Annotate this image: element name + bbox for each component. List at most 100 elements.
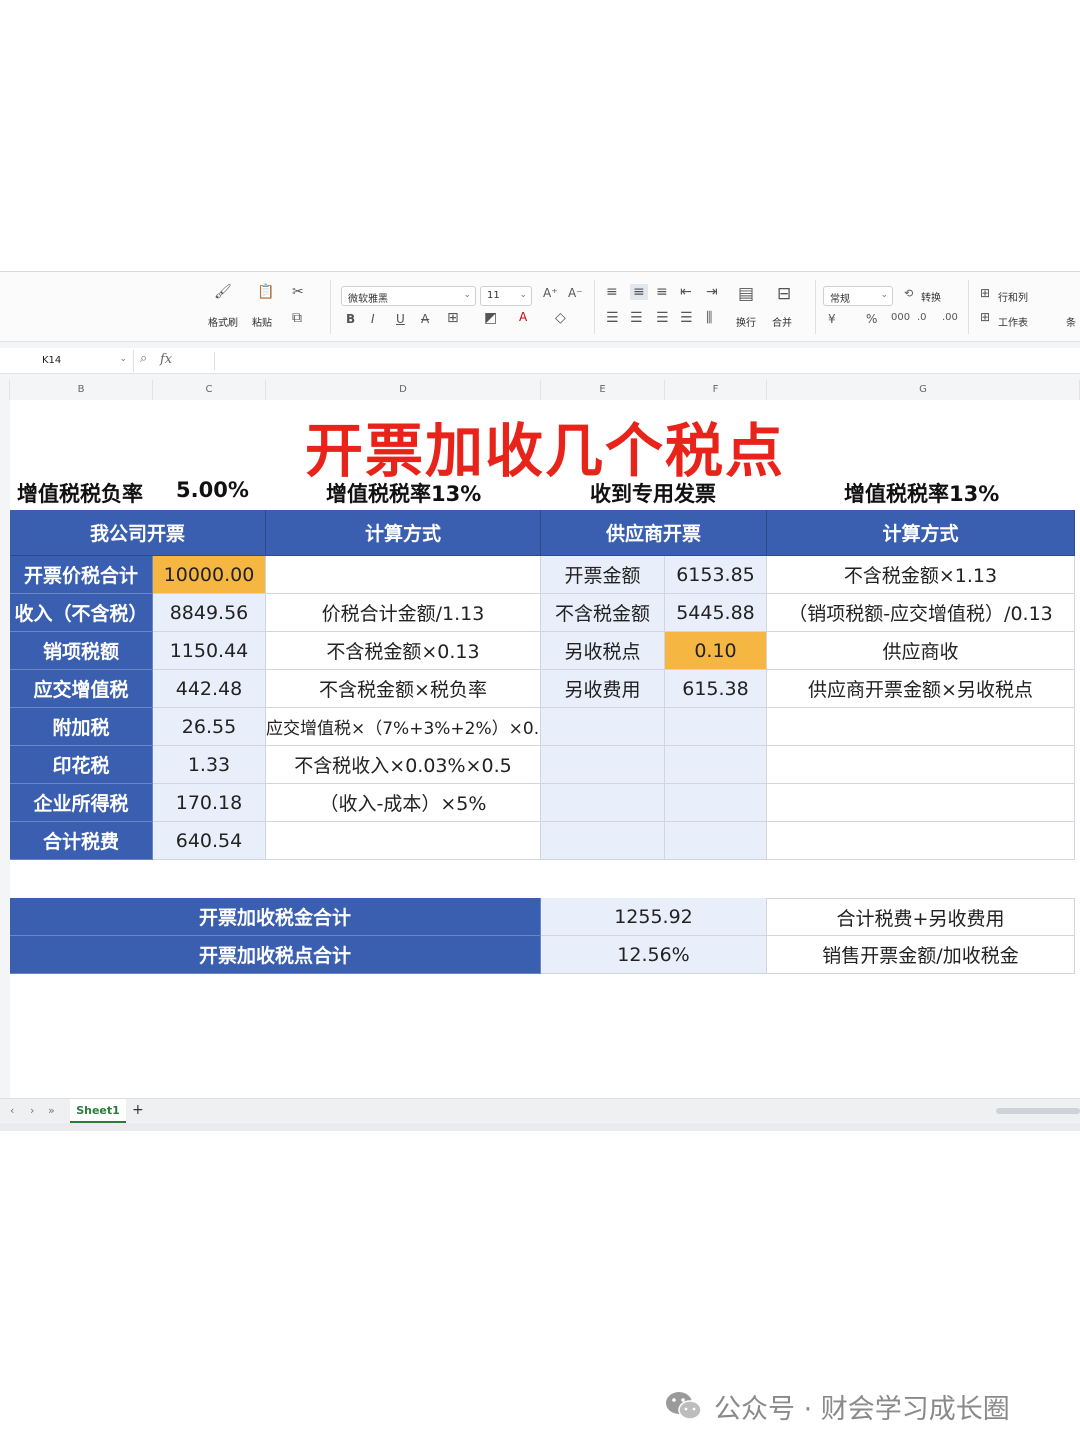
font-name-select[interactable]: 微软雅黑 ⌄ (341, 286, 476, 306)
label-cell[interactable]: 附加税 (10, 708, 153, 746)
supplier-value-cell-highlight[interactable]: 0.10 (665, 632, 767, 670)
fill-color-icon[interactable]: ◩ (484, 310, 497, 326)
strikethrough-icon[interactable]: A (421, 312, 429, 326)
value-cell[interactable]: 170.18 (153, 784, 266, 822)
font-size-select[interactable]: 11 ⌄ (480, 286, 532, 306)
justify-icon[interactable]: ☰ (680, 310, 693, 326)
wrap-text-button[interactable]: 换行 (736, 314, 756, 329)
formula-cell[interactable] (266, 556, 541, 594)
empty-cell[interactable] (541, 746, 665, 784)
label-cell[interactable]: 应交增值税 (10, 670, 153, 708)
paste-button[interactable]: 粘贴 (252, 314, 272, 329)
select-all-corner[interactable] (0, 380, 10, 400)
row-col-button[interactable]: 行和列 (998, 289, 1028, 304)
decrease-decimal-icon[interactable]: .00 (942, 312, 958, 323)
align-top-icon[interactable]: ≡ (606, 284, 618, 300)
worksheet-button[interactable]: 工作表 (998, 314, 1028, 329)
clear-format-icon[interactable]: ◇ (555, 310, 566, 326)
formula-cell[interactable]: 应交增值税×（7%+3%+2%）×0.5 (266, 708, 541, 746)
supplier-formula-cell[interactable]: 不含税金额×1.13 (767, 556, 1075, 594)
header-supplier-invoice[interactable]: 供应商开票 (541, 510, 767, 556)
empty-cell[interactable] (767, 708, 1075, 746)
label-cell[interactable]: 销项税额 (10, 632, 153, 670)
empty-cell[interactable] (767, 784, 1075, 822)
formula-cell[interactable]: 不含税金额×税负率 (266, 670, 541, 708)
formula-cell[interactable]: 不含税收入×0.03%×0.5 (266, 746, 541, 784)
supplier-label-cell[interactable]: 不含税金额 (541, 594, 665, 632)
column-header-e[interactable]: E (541, 380, 665, 400)
empty-cell[interactable] (665, 822, 767, 860)
header-company-invoice[interactable]: 我公司开票 (10, 510, 266, 556)
conditional-format-button[interactable]: 条 (1066, 314, 1076, 329)
formula-cell[interactable] (266, 822, 541, 860)
indent-decrease-icon[interactable]: ⇤ (680, 284, 692, 300)
empty-cell[interactable] (541, 784, 665, 822)
sheet-tab-sheet1[interactable]: Sheet1 (70, 1099, 126, 1123)
summary-formula-cell[interactable]: 合计税费+另收费用 (767, 898, 1075, 936)
supplier-value-cell[interactable]: 5445.88 (665, 594, 767, 632)
value-cell[interactable]: 26.55 (153, 708, 266, 746)
column-header-b[interactable]: B (10, 380, 153, 400)
font-grow-icon[interactable]: A⁺ (543, 286, 558, 300)
font-color-icon[interactable]: A (519, 310, 527, 324)
value-cell[interactable]: 1150.44 (153, 632, 266, 670)
name-box[interactable]: K14 ⌄ (0, 350, 134, 372)
empty-cell[interactable] (767, 822, 1075, 860)
supplier-value-cell[interactable]: 615.38 (665, 670, 767, 708)
italic-icon[interactable]: I (371, 312, 375, 326)
empty-cell[interactable] (665, 784, 767, 822)
percent-icon[interactable]: % (866, 312, 877, 326)
value-cell[interactable]: 640.54 (153, 822, 266, 860)
supplier-formula-cell[interactable]: （销项税额-应交增值税）/0.13 (767, 594, 1075, 632)
header-calc-right[interactable]: 计算方式 (767, 510, 1075, 556)
align-right-icon[interactable]: ☰ (656, 310, 669, 326)
formula-cell[interactable]: （收入-成本）×5% (266, 784, 541, 822)
formula-cell[interactable]: 不含税金额×0.13 (266, 632, 541, 670)
cut-icon[interactable]: ✂ (292, 284, 304, 300)
currency-icon[interactable]: ¥ (828, 312, 836, 326)
label-cell[interactable]: 开票价税合计 (10, 556, 153, 594)
supplier-label-cell[interactable]: 开票金额 (541, 556, 665, 594)
value-cell[interactable]: 8849.56 (153, 594, 266, 632)
value-cell-highlight[interactable]: 10000.00 (153, 556, 266, 594)
bold-icon[interactable]: B (346, 312, 355, 326)
last-sheet-icon[interactable]: » (48, 1104, 55, 1117)
function-icon[interactable]: fx (160, 352, 172, 367)
number-format-select[interactable]: 常规 ⌄ (823, 286, 893, 306)
value-cell[interactable]: 442.48 (153, 670, 266, 708)
supplier-label-cell[interactable]: 另收税点 (541, 632, 665, 670)
empty-cell[interactable] (665, 746, 767, 784)
supplier-value-cell[interactable]: 6153.85 (665, 556, 767, 594)
supplier-label-cell[interactable]: 另收费用 (541, 670, 665, 708)
label-cell[interactable]: 企业所得税 (10, 784, 153, 822)
format-painter-button[interactable]: 格式刷 (208, 314, 238, 329)
align-center-icon[interactable]: ☰ (630, 310, 643, 326)
value-cell[interactable]: 1.33 (153, 746, 266, 784)
summary-label-cell[interactable]: 开票加收税点合计 (10, 936, 541, 974)
align-left-icon[interactable]: ☰ (606, 310, 619, 326)
copy-icon[interactable]: ⧉ (292, 310, 302, 326)
header-calc-left[interactable]: 计算方式 (266, 510, 541, 556)
empty-cell[interactable] (767, 746, 1075, 784)
label-cell[interactable]: 印花税 (10, 746, 153, 784)
border-icon[interactable]: ⊞ (447, 310, 459, 326)
increase-decimal-icon[interactable]: .0 (917, 312, 927, 323)
summary-value-cell[interactable]: 12.56% (541, 936, 767, 974)
column-header-f[interactable]: F (665, 380, 767, 400)
label-cell[interactable]: 合计税费 (10, 822, 153, 860)
align-bottom-icon[interactable]: ≡ (656, 284, 668, 300)
label-cell[interactable]: 收入（不含税） (10, 594, 153, 632)
column-header-c[interactable]: C (153, 380, 266, 400)
thousands-icon[interactable]: 000 (891, 312, 910, 323)
column-header-g[interactable]: G (767, 380, 1080, 400)
chevron-left-icon[interactable]: ‹ (10, 1104, 14, 1117)
convert-button[interactable]: 转换 (921, 289, 941, 304)
underline-icon[interactable]: U (396, 312, 405, 326)
empty-cell[interactable] (541, 708, 665, 746)
formula-cell[interactable]: 价税合计金额/1.13 (266, 594, 541, 632)
zoom-icon[interactable]: ⌕ (140, 351, 147, 366)
font-shrink-icon[interactable]: A⁻ (568, 286, 583, 300)
empty-cell[interactable] (665, 708, 767, 746)
summary-label-cell[interactable]: 开票加收税金合计 (10, 898, 541, 936)
column-header-d[interactable]: D (266, 380, 541, 400)
